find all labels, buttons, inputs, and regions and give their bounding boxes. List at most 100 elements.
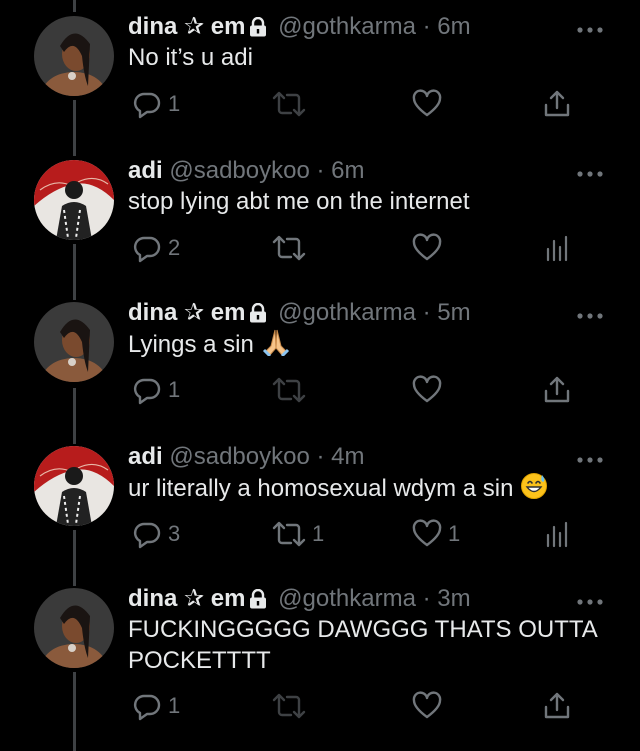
author-name[interactable]: dina [128, 585, 177, 612]
tweet-header: dina ✰ em @gothkarma · 6m [128, 12, 471, 45]
author-handle[interactable]: @gothkarma [278, 299, 416, 326]
retweet-icon [272, 235, 306, 261]
timestamp[interactable]: 6m [437, 13, 470, 40]
reply-count: 1 [168, 91, 181, 116]
analytics-button[interactable] [542, 232, 572, 264]
share-button[interactable] [542, 88, 572, 120]
reply-count: 1 [168, 693, 181, 718]
separator-dot: · [422, 13, 431, 40]
reply-icon [133, 92, 161, 119]
share-button[interactable] [542, 374, 572, 406]
tweet-text-body: Lyings a sin [128, 331, 254, 358]
share-button[interactable] [542, 690, 572, 722]
author-name[interactable]: dina [128, 13, 177, 40]
reply-icon [133, 522, 161, 549]
more-options-icon[interactable] [576, 456, 604, 464]
tweet-text: FUCKINGGGGG DAWGGG THATS OUTTA POCKETTTT [128, 616, 597, 674]
avatar-adi[interactable] [34, 446, 114, 526]
like-button[interactable] [412, 88, 448, 120]
tweet[interactable]: dina ✰ em @gothkarma · 6m No it’s u adi … [0, 12, 640, 152]
star-glyph: ✰ [184, 13, 205, 40]
more-options-icon[interactable] [576, 312, 604, 320]
star-glyph: ✰ [184, 299, 205, 326]
timestamp[interactable]: 5m [437, 299, 470, 326]
retweet-button[interactable] [272, 690, 312, 722]
tweet-text: No it’s u adi [128, 44, 253, 71]
author-handle[interactable]: @gothkarma [278, 13, 416, 40]
retweet-button[interactable] [272, 232, 312, 264]
author-name[interactable]: dina [128, 299, 177, 326]
tweet[interactable]: dina ✰ em @gothkarma · 5m Lyings a sin 1 [0, 298, 640, 438]
tweet-text: stop lying abt me on the internet [128, 188, 470, 215]
reply-icon [133, 378, 161, 405]
tweet-actions: 1 [128, 88, 588, 120]
timestamp[interactable]: 6m [331, 157, 364, 184]
avatar-dina[interactable] [34, 588, 114, 668]
tweet-actions: 2 [128, 232, 588, 264]
avatar-dina[interactable] [34, 16, 114, 96]
separator-dot: · [422, 585, 431, 612]
more-options-icon[interactable] [576, 26, 604, 34]
like-button[interactable] [412, 690, 448, 722]
timestamp[interactable]: 3m [437, 585, 470, 612]
reply-count: 1 [168, 377, 181, 402]
analytics-icon [546, 521, 568, 548]
reply-button[interactable]: 1 [132, 88, 180, 120]
share-icon [544, 692, 570, 719]
tweet[interactable]: dina ✰ em @gothkarma · 3m FUCKINGGGGG DA… [0, 584, 640, 751]
tweet-header: adi @sadboykoo · 4m [128, 442, 365, 472]
author-handle[interactable]: @sadboykoo [169, 157, 309, 184]
reply-button[interactable]: 3 [132, 518, 180, 550]
reply-count: 3 [168, 521, 181, 546]
share-icon [544, 90, 570, 117]
heart-icon [412, 691, 442, 719]
reply-icon [133, 236, 161, 263]
author-name-2[interactable]: em [211, 299, 246, 326]
author-name-2[interactable]: em [211, 585, 246, 612]
separator-dot: · [316, 443, 325, 470]
retweet-icon [272, 91, 306, 117]
like-button[interactable] [412, 232, 448, 264]
reply-button[interactable]: 1 [132, 690, 180, 722]
avatar-adi[interactable] [34, 160, 114, 240]
reply-count: 2 [168, 235, 181, 260]
folded-hands-emoji [262, 329, 289, 356]
thread-line [73, 0, 76, 12]
author-name-2[interactable]: em [211, 13, 246, 40]
retweet-count: 1 [312, 521, 325, 546]
lock-icon [249, 15, 267, 45]
timestamp[interactable]: 4m [331, 443, 364, 470]
tweet[interactable]: adi @sadboykoo · 4m ur literally a homos… [0, 442, 640, 582]
retweet-icon [272, 693, 306, 719]
lock-icon [249, 587, 267, 617]
avatar-dina[interactable] [34, 302, 114, 382]
author-name[interactable]: adi [128, 443, 163, 470]
more-options-icon[interactable] [576, 598, 604, 606]
like-button[interactable] [412, 374, 448, 406]
author-handle[interactable]: @gothkarma [278, 585, 416, 612]
share-icon [544, 376, 570, 403]
author-name[interactable]: adi [128, 157, 163, 184]
retweet-button[interactable] [272, 374, 312, 406]
grinning-sweat-emoji [521, 473, 548, 499]
tweet-actions: 3 1 1 [128, 518, 588, 550]
analytics-icon [546, 235, 568, 262]
tweet-text-body: ur literally a homosexual wdym a sin [128, 475, 514, 502]
more-options-icon[interactable] [576, 170, 604, 178]
reply-button[interactable]: 2 [132, 232, 180, 264]
tweet[interactable]: adi @sadboykoo · 6m stop lying abt me on… [0, 156, 640, 296]
heart-icon [412, 519, 442, 547]
tweet-header: dina ✰ em @gothkarma · 3m [128, 584, 471, 617]
retweet-button[interactable]: 1 [272, 518, 324, 550]
retweet-icon [272, 521, 306, 547]
reply-button[interactable]: 1 [132, 374, 180, 406]
heart-icon [412, 233, 442, 261]
separator-dot: · [316, 157, 325, 184]
tweet-actions: 1 [128, 374, 588, 406]
author-handle[interactable]: @sadboykoo [169, 443, 309, 470]
retweet-icon [272, 377, 306, 403]
like-button[interactable]: 1 [412, 518, 460, 550]
heart-icon [412, 89, 442, 117]
retweet-button[interactable] [272, 88, 312, 120]
analytics-button[interactable] [542, 518, 572, 550]
